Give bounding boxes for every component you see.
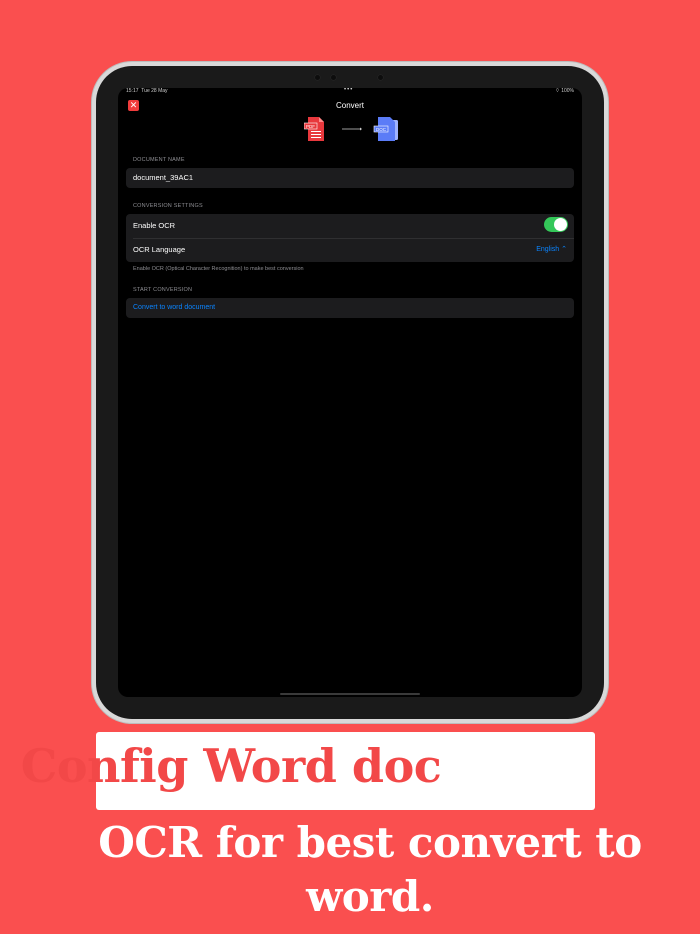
camera-lens bbox=[377, 74, 384, 81]
toggle-knob bbox=[554, 218, 567, 231]
arrow-right-icon bbox=[342, 127, 362, 131]
start-conversion-header: START CONVERSION bbox=[133, 287, 193, 293]
battery-indicator: ⌔ 100% bbox=[555, 88, 574, 94]
status-bar: 15:17 Tue 28 May ••• ⌔ 100% bbox=[118, 88, 582, 97]
tablet-device: 15:17 Tue 28 May ••• ⌔ 100% ✕ Convert PD… bbox=[96, 66, 604, 719]
home-indicator[interactable] bbox=[280, 693, 420, 695]
caption-subtitle-line2: word. bbox=[306, 872, 434, 921]
document-name-field[interactable]: document_39AC1 bbox=[126, 168, 574, 188]
ocr-footer-note: Enable OCR (Optical Character Recognitio… bbox=[133, 266, 304, 272]
conversion-settings-header: CONVERSION SETTINGS bbox=[133, 203, 203, 209]
conversion-illustration: PDF DOC bbox=[304, 117, 398, 141]
ocr-language-row[interactable]: OCR Language English ⌃ bbox=[126, 238, 574, 262]
camera-sensor bbox=[330, 74, 337, 81]
doc-badge-text: DOC bbox=[376, 127, 387, 132]
pdf-badge-text: PDF bbox=[306, 124, 315, 129]
document-name-header: DOCUMENT NAME bbox=[133, 157, 185, 163]
page-title: Convert bbox=[335, 101, 364, 110]
doc-file-icon: DOC bbox=[373, 117, 398, 141]
pdf-file-icon: PDF bbox=[304, 117, 324, 141]
convert-button[interactable]: Convert to word document bbox=[126, 298, 574, 318]
camera-sensor bbox=[314, 74, 321, 81]
status-time-date: 15:17 Tue 28 May bbox=[126, 88, 168, 94]
caption-subtitle-line1: OCR for best convert to bbox=[98, 818, 642, 867]
enable-ocr-toggle[interactable] bbox=[544, 217, 568, 232]
caption-title: Config Word doc bbox=[20, 739, 442, 793]
enable-ocr-label: Enable OCR bbox=[133, 221, 176, 230]
multitasking-dots-icon[interactable]: ••• bbox=[344, 88, 353, 93]
wifi-icon: ⌔ bbox=[555, 88, 560, 94]
ocr-language-select[interactable]: English ⌃ bbox=[536, 238, 567, 262]
ocr-language-label: OCR Language bbox=[133, 245, 186, 254]
enable-ocr-row[interactable]: Enable OCR bbox=[126, 214, 574, 238]
caption-subtitle: OCR for best convert to word. bbox=[40, 816, 700, 924]
app-screen: 15:17 Tue 28 May ••• ⌔ 100% ✕ Convert PD… bbox=[118, 88, 582, 697]
conversion-settings-group: Enable OCR OCR Language English ⌃ bbox=[126, 214, 574, 262]
